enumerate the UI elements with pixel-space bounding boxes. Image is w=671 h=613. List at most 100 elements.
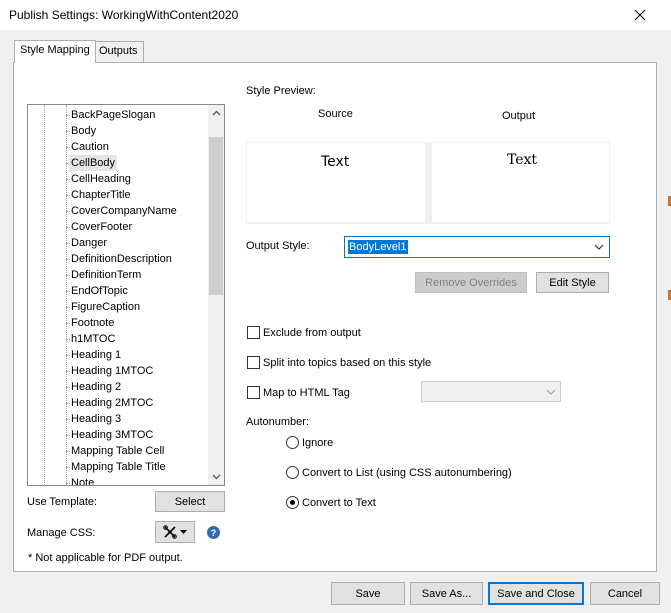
style-list-item[interactable]: BackPageSlogan [71,107,155,123]
manage-css-button[interactable] [155,521,195,543]
style-list-item[interactable]: ChapterTitle [71,187,131,203]
style-list-item[interactable]: Caution [71,139,109,155]
tree-connector [66,275,70,276]
tree-connector [66,147,70,148]
tree-connector [66,211,70,212]
tree-connector [66,259,70,260]
style-list-item[interactable]: Heading 1 [71,347,121,363]
exclude-from-output-checkbox[interactable] [247,326,260,339]
tab-style-mapping-label: Style Mapping [20,44,90,56]
chevron-down-icon [546,389,556,395]
output-style-value: BodyLevel1 [348,240,408,254]
style-list-item[interactable]: CoverFooter [71,219,132,235]
tree-connector [66,243,70,244]
tree-guide-outer [44,105,45,485]
edit-style-button[interactable]: Edit Style [536,272,609,293]
style-list-item[interactable]: Mapping Table Cell [71,443,164,459]
tab-style-mapping[interactable]: Style Mapping [14,40,96,63]
scroll-down-button[interactable] [208,469,224,485]
tree-connector [66,403,70,404]
tree-connector [66,227,70,228]
style-list-item[interactable]: Footnote [71,315,114,331]
tree-connector [66,323,70,324]
tree-connector [66,179,70,180]
style-list-item[interactable]: CellBody [69,155,118,171]
source-preview-text: Text [321,154,350,170]
map-html-tag-label: Map to HTML Tag [263,387,350,399]
tree-connector [66,371,70,372]
tree-connector [66,483,70,484]
output-style-dropdown[interactable] [592,240,606,254]
style-preview-heading: Style Preview: [246,85,316,97]
tree-connector [66,195,70,196]
style-list-item[interactable]: CellHeading [71,171,131,187]
tools-icon [163,525,177,539]
manage-css-label: Manage CSS: [27,527,96,539]
html-tag-dropdown[interactable] [546,386,556,398]
source-preview-box: Text [247,143,425,222]
save-and-close-button[interactable]: Save and Close [488,582,584,605]
tab-outputs[interactable]: Outputs [93,41,144,62]
style-list-scrollbar[interactable] [208,105,224,485]
style-list-item[interactable]: Mapping Table Title [71,459,166,475]
style-list-item[interactable]: DefinitionDescription [71,251,172,267]
remove-overrides-button[interactable]: Remove Overrides [415,272,527,293]
style-list-item[interactable]: Heading 3 [71,411,121,427]
pdf-footnote: * Not applicable for PDF output. [28,552,183,564]
autonumber-list-radio[interactable] [286,466,299,479]
style-list-item[interactable]: Danger [71,235,107,251]
tree-connector [66,451,70,452]
autonumber-list-label: Convert to List (using CSS autonumbering… [302,467,512,479]
preview-output-label: Output [502,110,536,122]
use-template-label: Use Template: [27,496,98,508]
tree-connector [66,339,70,340]
tree-connector [66,307,70,308]
output-preview-text: Text [507,152,538,168]
tree-connector [66,419,70,420]
style-list-item[interactable]: Note [71,475,94,485]
tree-connector [66,355,70,356]
close-button[interactable] [620,3,660,27]
chevron-up-icon [212,110,220,116]
tree-connector [66,435,70,436]
style-list-item[interactable]: DefinitionTerm [71,267,141,283]
style-list-item[interactable]: FigureCaption [71,299,140,315]
scroll-thumb[interactable] [209,137,223,295]
style-list-item[interactable]: Heading 3MTOC [71,427,153,443]
save-as-button[interactable]: Save As... [410,582,483,605]
tree-connector [66,467,70,468]
style-list-item[interactable]: EndOfTopic [71,283,128,299]
autonumber-text-radio[interactable] [286,496,299,509]
chevron-down-icon [212,474,220,480]
style-list-item[interactable]: Heading 2 [71,379,121,395]
autonumber-ignore-label: Ignore [302,437,334,449]
style-list-item[interactable]: h1MTOC [71,331,115,347]
tree-connector [66,291,70,292]
html-tag-combo[interactable] [421,381,561,402]
output-style-combo[interactable]: BodyLevel1 [344,236,610,258]
save-button[interactable]: Save [331,582,405,605]
style-list-item[interactable]: CoverCompanyName [71,203,177,219]
output-preview-box: Text [432,143,609,222]
split-topics-checkbox[interactable] [247,356,260,369]
cancel-button[interactable]: Cancel [590,582,660,605]
select-template-button[interactable]: Select [155,491,225,512]
tree-connector [66,387,70,388]
scroll-up-button[interactable] [208,105,224,121]
output-style-label: Output Style: [246,240,310,252]
tree-guide-inner [66,105,67,485]
tree-connector [66,115,70,116]
chevron-down-icon [594,244,604,250]
split-topics-label: Split into topics based on this style [263,357,432,369]
style-list-item[interactable]: Body [71,123,96,139]
close-icon [634,9,646,21]
tree-connector [66,131,70,132]
style-list-item[interactable]: Heading 1MTOC [71,363,153,379]
style-list[interactable]: BackPageSlogan Body Caution CellBody CellHea… [27,104,225,486]
preview-source-label: Source [318,108,353,120]
help-icon[interactable]: ? [207,526,220,539]
autonumber-ignore-radio[interactable] [286,436,299,449]
map-html-tag-checkbox[interactable] [247,386,260,399]
autonumber-label: Autonumber: [246,416,309,428]
style-list-item[interactable]: Heading 2MTOC [71,395,153,411]
